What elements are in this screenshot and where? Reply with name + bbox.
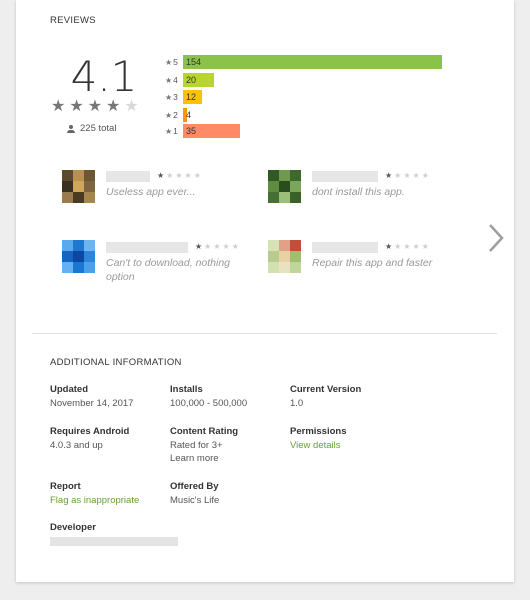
histogram-bar: 12 — [183, 90, 202, 104]
histogram-star-label: 2 — [173, 110, 178, 120]
histogram-bar: 20 — [183, 73, 214, 87]
histogram-count: 35 — [186, 126, 197, 136]
star-empty-icon: ★ — [213, 242, 221, 251]
histogram-count: 4 — [186, 110, 192, 120]
person-icon — [67, 124, 75, 133]
star-icon: ★ — [165, 111, 173, 120]
star-icon: ★ — [385, 171, 393, 180]
star-empty-icon: ★ — [394, 242, 402, 251]
star-icon: ★ — [165, 127, 173, 136]
avatar — [268, 240, 301, 273]
total-reviews: 225 total — [67, 123, 116, 134]
reviews-title: REVIEWS — [50, 15, 96, 26]
histogram-star-label: 3 — [173, 92, 178, 102]
reviewer-name — [106, 171, 150, 182]
review-text: Useless app ever... — [106, 186, 196, 198]
learn-more-link[interactable]: Learn more — [170, 453, 219, 464]
version-label: Current Version — [290, 384, 362, 395]
star-empty-icon: ★ — [222, 242, 230, 251]
review-text: dont install this app. — [312, 186, 405, 198]
star-icon: ★ — [51, 98, 66, 115]
updated-value: November 14, 2017 — [50, 398, 134, 409]
permissions-label: Permissions — [290, 426, 347, 437]
star-empty-icon: ★ — [184, 171, 192, 180]
review-stars: ★ ★ ★ ★ ★ — [157, 172, 201, 180]
star-empty-icon: ★ — [403, 171, 411, 180]
star-icon: ★ — [165, 58, 173, 67]
histogram-star-label: 5 — [173, 57, 178, 67]
star-icon: ★ — [106, 98, 121, 115]
content-rating-value: Rated for 3+ — [170, 440, 223, 451]
star-empty-icon: ★ — [193, 171, 201, 180]
reviewer-name — [312, 242, 378, 253]
star-empty-icon: ★ — [166, 171, 174, 180]
star-empty-icon: ★ — [412, 171, 420, 180]
divider — [32, 333, 497, 334]
developer-value[interactable] — [50, 537, 178, 546]
histogram-count: 12 — [186, 92, 197, 102]
chevron-right-icon[interactable] — [486, 222, 506, 254]
total-reviews-text: 225 total — [80, 123, 117, 134]
star-icon: ★ — [69, 98, 84, 115]
developer-label: Developer — [50, 522, 96, 533]
review-stars: ★ ★ ★ ★ ★ — [385, 243, 429, 251]
avatar — [62, 170, 95, 203]
star-empty-icon: ★ — [394, 171, 402, 180]
review-card[interactable]: ★ ★ ★ ★ ★ Repair this app and faster — [268, 238, 448, 280]
star-icon: ★ — [87, 98, 103, 115]
offered-by-label: Offered By — [170, 481, 219, 492]
histogram-row-4: ★4 20 — [165, 73, 214, 87]
avatar — [268, 170, 301, 203]
star-icon: ★ — [165, 93, 173, 102]
view-details-link[interactable]: View details — [290, 440, 341, 451]
histogram-bar: 154 — [183, 55, 442, 69]
star-empty-icon: ★ — [421, 171, 429, 180]
star-empty-icon: ★ — [412, 242, 420, 251]
star-icon: ★ — [165, 76, 173, 85]
avatar — [62, 240, 95, 273]
histogram-bar: 35 — [183, 124, 240, 138]
histogram-bar: 4 — [183, 108, 191, 122]
star-icon: ★ — [195, 242, 203, 251]
flag-inappropriate-link[interactable]: Flag as inappropriate — [50, 495, 139, 506]
report-label: Report — [50, 481, 81, 492]
average-stars: ★ ★ ★ ★ ★ — [51, 99, 147, 115]
histogram-row-1: ★1 35 — [165, 124, 240, 138]
star-empty-icon: ★ — [204, 242, 212, 251]
star-empty-icon: ★ — [421, 242, 429, 251]
histogram-count: 154 — [186, 57, 202, 67]
star-icon: ★ — [385, 242, 393, 251]
installs-label: Installs — [170, 384, 203, 395]
star-empty-icon: ★ — [175, 171, 183, 180]
requires-android-value: 4.0.3 and up — [50, 440, 103, 451]
review-card[interactable]: ★ ★ ★ ★ ★ dont install this app. — [268, 167, 448, 209]
reviewer-name — [312, 171, 378, 182]
histogram-row-5: ★5 154 — [165, 55, 442, 69]
star-empty-icon: ★ — [231, 242, 239, 251]
reviewer-name — [106, 242, 188, 253]
histogram-star-label: 1 — [173, 126, 178, 136]
version-value: 1.0 — [290, 398, 304, 409]
review-text: Repair this app and faster — [312, 257, 433, 269]
additional-info-title: ADDITIONAL INFORMATION — [50, 357, 182, 368]
star-icon: ★ — [157, 171, 165, 180]
review-stars: ★ ★ ★ ★ ★ — [195, 243, 239, 251]
requires-android-label: Requires Android — [50, 426, 130, 437]
histogram-row-3: ★3 12 — [165, 90, 202, 104]
updated-label: Updated — [50, 384, 88, 395]
review-card[interactable]: ★ ★ ★ ★ ★ Can't to download, nothing opt… — [62, 238, 242, 288]
review-text: Can't to download, nothing option — [106, 257, 231, 283]
installs-value: 100,000 - 500,000 — [170, 398, 248, 409]
review-stars: ★ ★ ★ ★ ★ — [385, 172, 429, 180]
offered-by-value: Music's Life — [170, 495, 220, 506]
histogram-star-label: 4 — [173, 75, 178, 85]
star-empty-icon: ★ — [124, 98, 139, 115]
review-card[interactable]: ★ ★ ★ ★ ★ Useless app ever... — [62, 167, 242, 209]
histogram-count: 20 — [186, 75, 197, 85]
average-rating: 4.1 — [70, 52, 138, 101]
histogram-row-2: ★2 4 — [165, 108, 191, 122]
content-rating-label: Content Rating — [170, 426, 239, 437]
star-empty-icon: ★ — [403, 242, 411, 251]
